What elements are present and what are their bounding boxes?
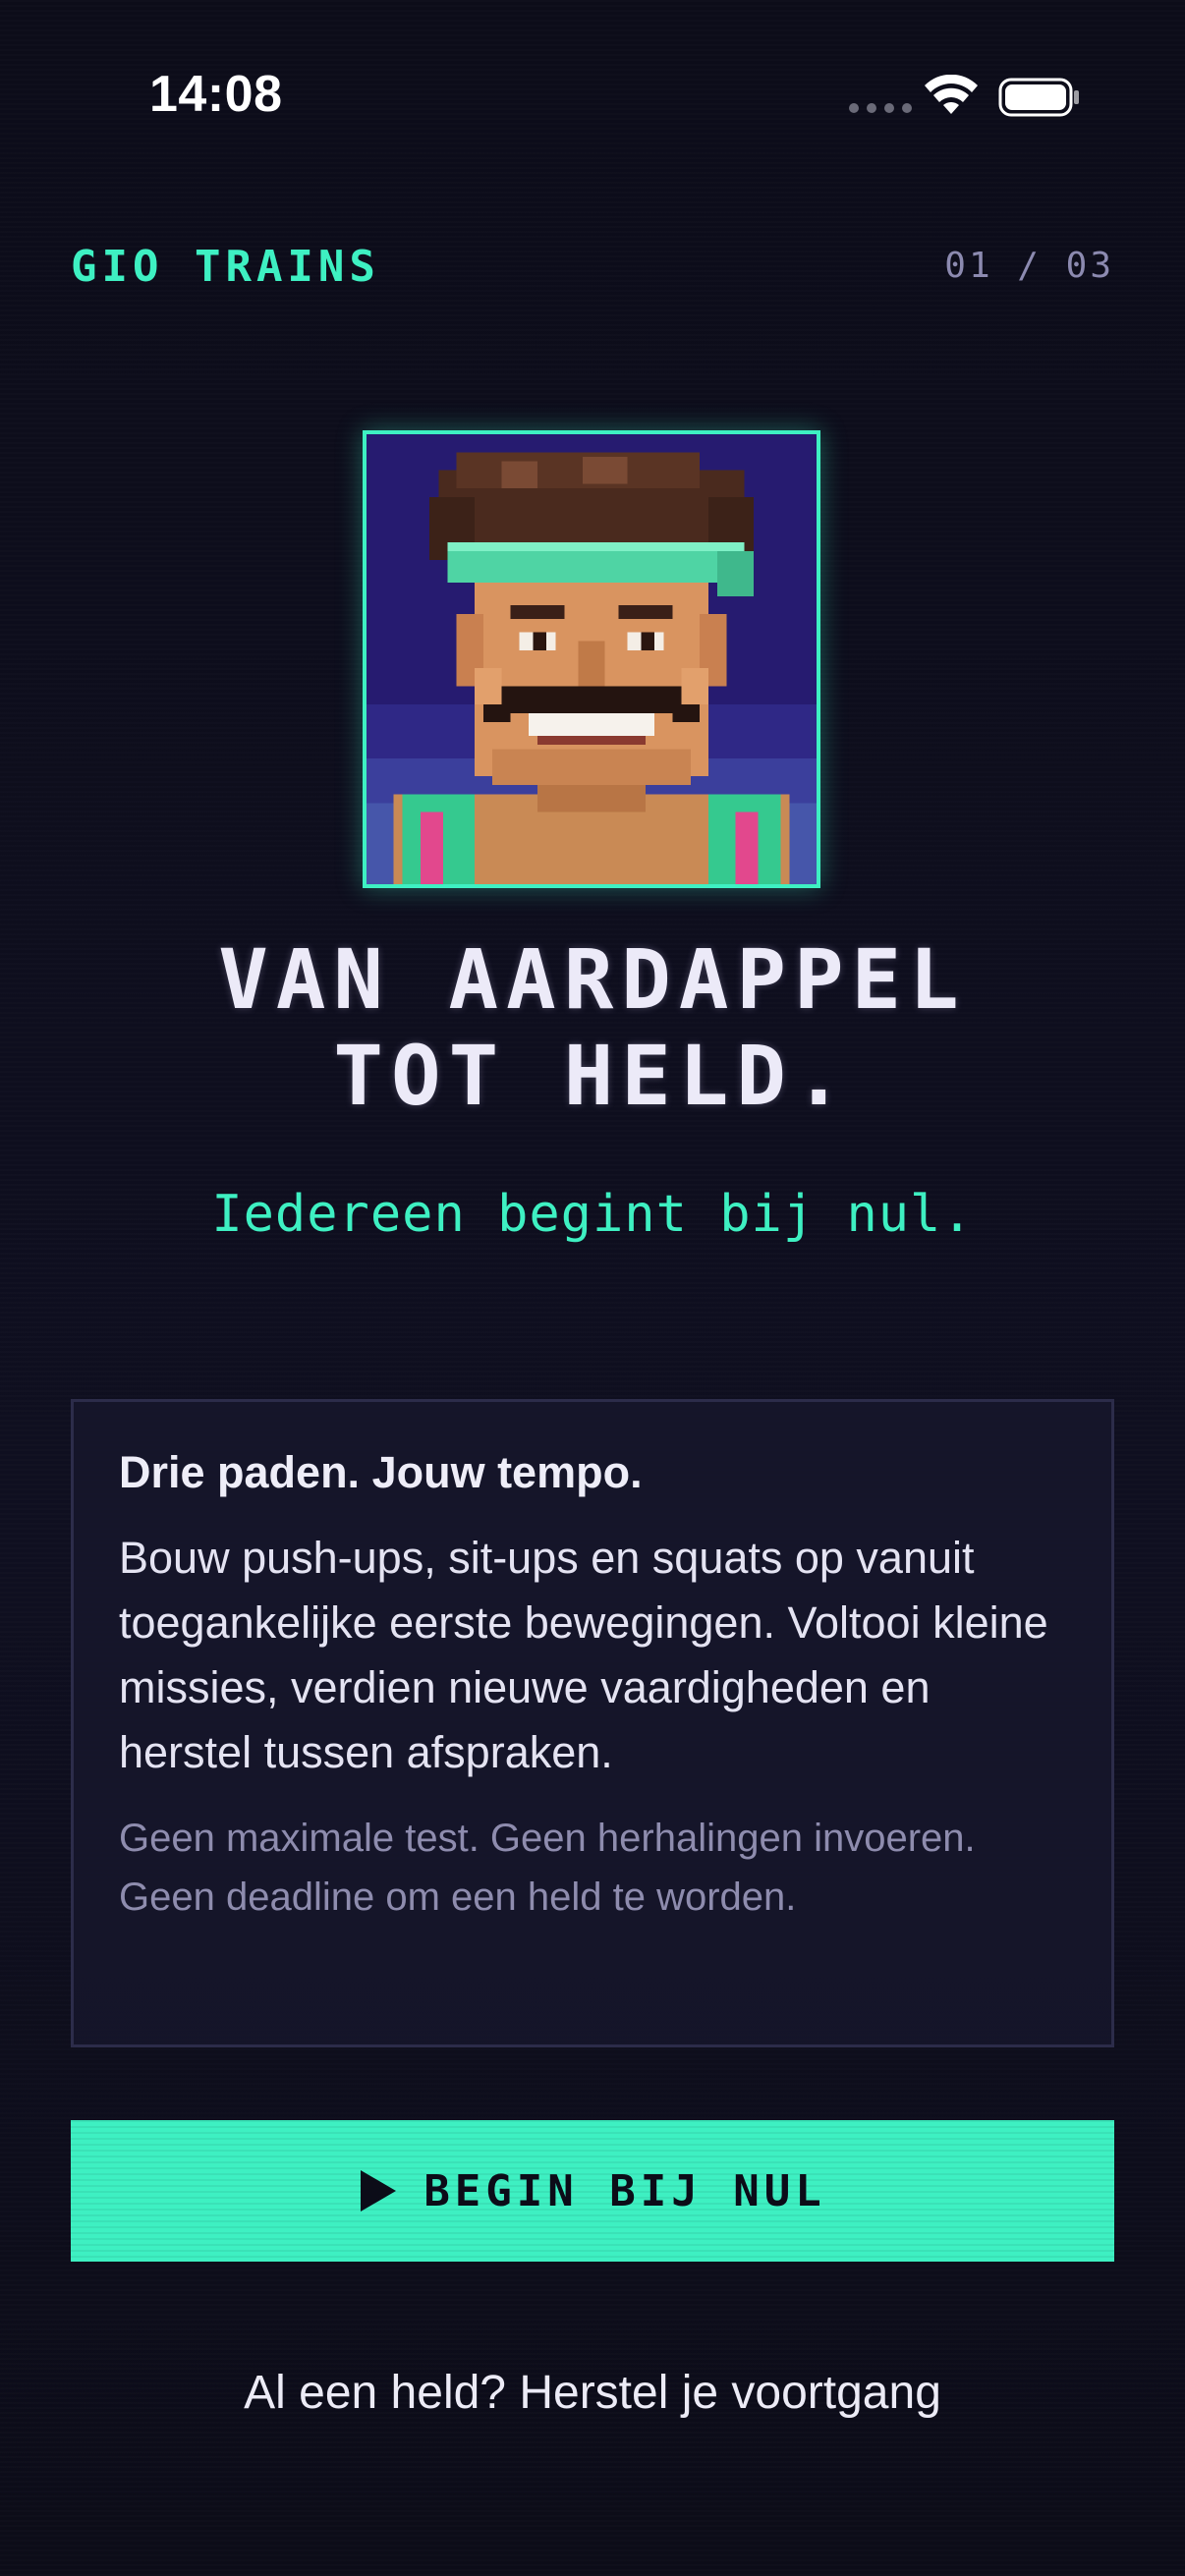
begin-button-label: BEGIN BIJ NUL [423,2165,826,2216]
brand-title: GIO TRAINS [71,242,380,292]
status-bar: 14:08 [0,0,1185,196]
battery-icon [998,78,1079,117]
headline-line-1: VAN AARDAPPEL [218,931,967,1028]
trainer-avatar [363,430,820,888]
restore-progress-link[interactable]: Al een held? Herstel je voortgang [0,2366,1185,2420]
card-note: Geen maximale test. Geen herhalingen inv… [119,1817,976,1919]
play-icon [361,2170,397,2212]
onboarding-screen: 14:08 GIO TRAINS 01 / 03 VAN AARDAPPEL T… [0,0,1185,2576]
info-card: Drie paden. Jouw tempo. Bouw push-ups, s… [71,1399,1114,2047]
tagline: Iedereen begint bij nul. [211,1185,974,1244]
status-time: 14:08 [149,66,283,123]
cellular-signal-icon [849,103,912,113]
headline-line-2: TOT HELD. [333,1028,852,1124]
trainer-portrait-image [367,434,817,884]
card-title: Drie paden. Jouw tempo. [119,1447,643,1497]
card-body: Bouw push-ups, sit-ups en squats op vanu… [119,1533,1048,1777]
headline: VAN AARDAPPEL TOT HELD. [0,931,1185,1124]
wifi-icon [925,75,978,114]
step-counter: 01 / 03 [944,246,1114,286]
begin-button[interactable]: BEGIN BIJ NUL [71,2120,1114,2262]
